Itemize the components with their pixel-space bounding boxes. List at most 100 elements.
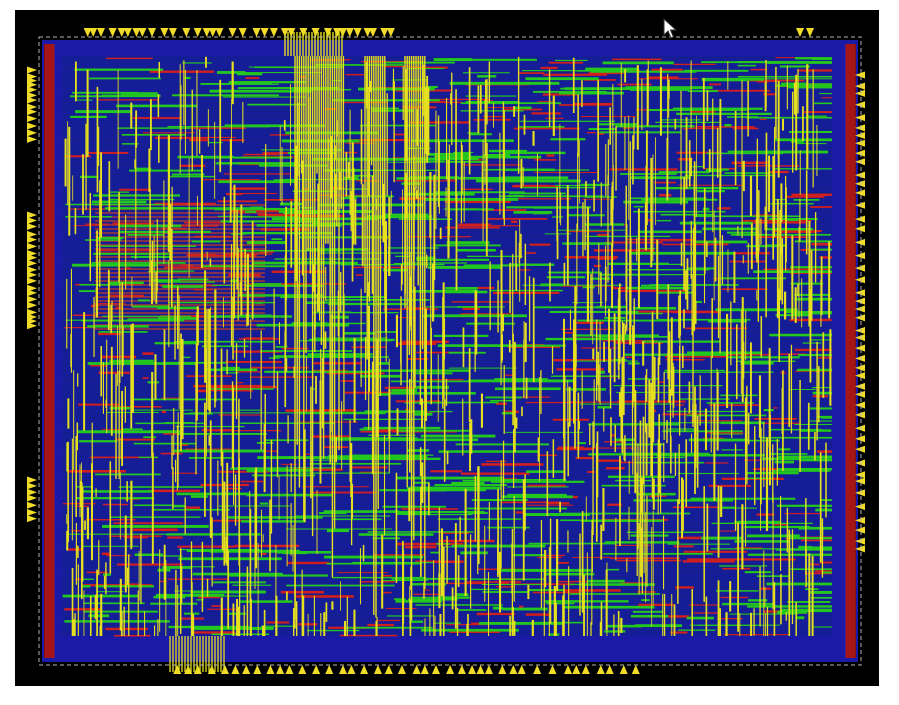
layout-viewport[interactable]: [15, 10, 879, 686]
metal3-wire: [173, 340, 274, 343]
metal4-wire: [263, 609, 266, 636]
metal2-wire: [548, 61, 584, 64]
metal3-wire: [528, 589, 565, 592]
metal4-wire: [432, 263, 435, 322]
metal4-wire: [543, 555, 545, 636]
metal2-wire: [124, 536, 148, 539]
metal4-wire: [437, 354, 439, 422]
metal4-wire: [460, 141, 462, 224]
metal3-wire: [228, 81, 306, 84]
metal4-wire: [651, 527, 653, 627]
metal3-wire: [456, 593, 469, 596]
metal2-wire: [638, 603, 674, 606]
metal4-wire: [788, 529, 791, 636]
metal4-wire: [180, 566, 183, 604]
metal3-wire: [736, 360, 796, 362]
metal2-wire: [194, 631, 236, 634]
metal2-wire: [511, 220, 518, 224]
metal4-wire: [786, 187, 787, 263]
metal4-wire: [479, 85, 482, 114]
metal3-wire: [110, 516, 201, 518]
metal4-wire: [629, 249, 632, 345]
metal4-wire: [719, 99, 722, 189]
metal4-wire: [343, 620, 347, 636]
metal4-wire: [567, 422, 569, 477]
metal4-wire: [617, 298, 620, 370]
metal4-wire: [362, 544, 365, 562]
metal4-wire: [424, 618, 426, 636]
metal4-wire: [652, 478, 655, 510]
metal4-wire: [227, 550, 230, 629]
metal3-wire: [805, 83, 832, 85]
metal4-wire: [126, 481, 128, 502]
metal4-wire: [741, 80, 743, 169]
metal3-wire: [244, 72, 322, 74]
metal4-wire: [115, 373, 117, 480]
metal2-wire: [161, 410, 166, 414]
metal4-wire: [587, 206, 589, 237]
metal4-wire: [690, 157, 692, 177]
metal4-wire: [295, 601, 298, 636]
metal2-wire: [230, 187, 267, 190]
metal4-wire: [819, 452, 822, 563]
metal3-wire: [624, 353, 727, 356]
metal3-wire: [307, 353, 373, 356]
metal2-wire: [142, 377, 149, 379]
metal4-wire: [765, 613, 766, 636]
metal4-wire: [119, 472, 121, 540]
metal3-wire: [446, 241, 490, 245]
metal4-wire: [74, 208, 77, 235]
metal3-wire: [532, 90, 607, 93]
metal4-wire: [126, 567, 129, 586]
metal4-wire: [395, 314, 398, 348]
metal3-wire: [368, 434, 416, 436]
metal4-wire: [650, 157, 653, 268]
metal4-wire: [469, 422, 472, 472]
metal3-wire: [215, 162, 299, 165]
metal3-wire: [769, 453, 808, 455]
metal4-wire: [520, 233, 522, 259]
chip-layout-canvas[interactable]: [15, 10, 879, 686]
metal3-wire: [172, 504, 185, 508]
metal2-wire: [413, 593, 443, 596]
metal4-wire: [686, 258, 689, 310]
metal3-wire: [778, 467, 832, 471]
metal3-wire: [647, 109, 747, 111]
metal3-wire: [252, 283, 282, 285]
metal2-wire: [119, 188, 151, 191]
metal4-wire: [750, 612, 753, 636]
metal4-wire: [618, 392, 621, 417]
metal2-wire: [211, 605, 223, 607]
metal4-wire: [575, 344, 577, 367]
metal2-wire: [773, 407, 778, 409]
metal3-wire: [178, 432, 268, 435]
metal3-wire: [430, 551, 440, 554]
metal4-wire: [144, 611, 146, 636]
metal3-wire: [506, 206, 592, 209]
metal4-wire: [745, 449, 747, 547]
metal4-wire: [488, 501, 490, 541]
metal4-wire: [603, 407, 605, 432]
metal4-wire: [792, 91, 794, 173]
metal4-wire: [758, 190, 760, 252]
metal4-wire: [276, 371, 279, 478]
metal4-wire: [196, 312, 198, 342]
metal3-wire: [103, 573, 111, 576]
metal4-wire: [292, 608, 295, 636]
metal4-wire: [313, 595, 315, 636]
metal3-wire: [438, 450, 540, 453]
metal3-wire: [109, 406, 130, 410]
metal4-wire: [446, 450, 449, 465]
metal3-wire: [77, 430, 183, 434]
metal4-wire: [376, 617, 378, 636]
metal4-wire: [221, 451, 224, 551]
metal4-wire: [690, 220, 692, 280]
metal3-wire: [254, 302, 264, 304]
metal2-wire: [784, 512, 822, 515]
metal4-wire: [400, 310, 402, 364]
metal4-wire: [503, 365, 505, 434]
metal4-wire: [646, 495, 648, 587]
metal4-wire: [151, 452, 154, 564]
metal4-wire: [766, 606, 769, 636]
metal3-wire: [238, 314, 272, 317]
